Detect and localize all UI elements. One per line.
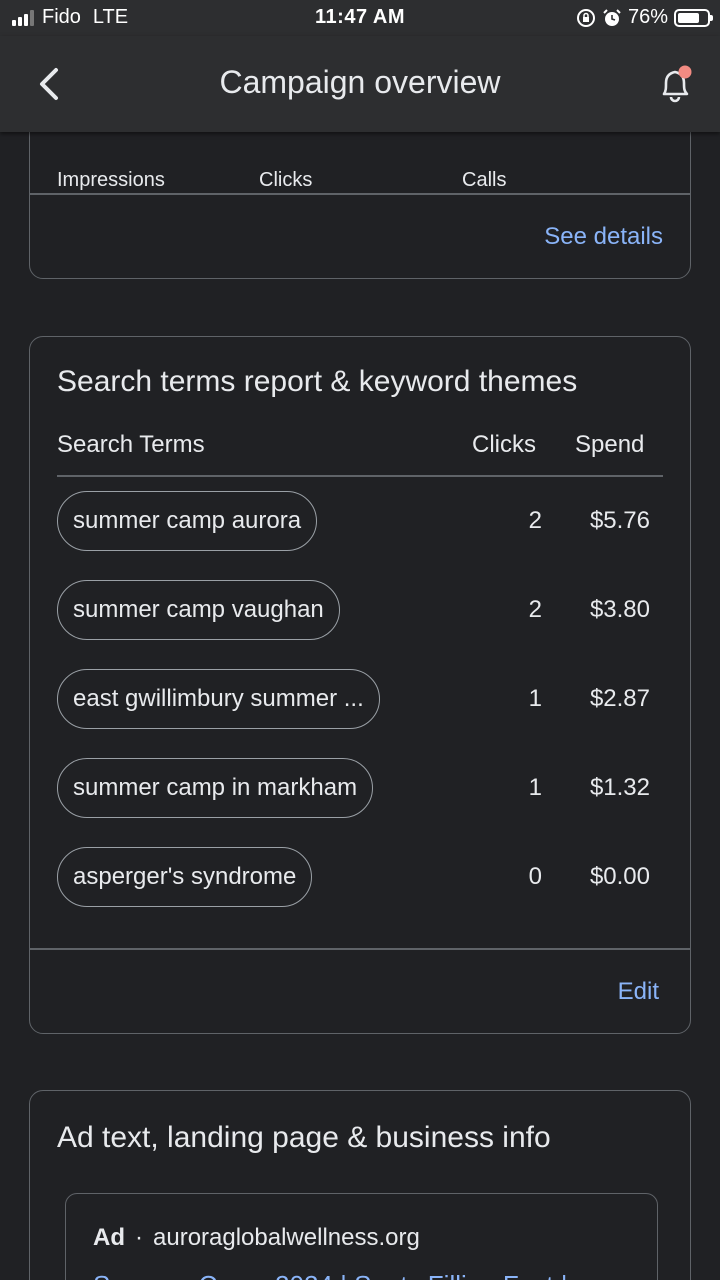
metric-label-clicks: Clicks	[259, 169, 313, 191]
page-title: Campaign overview	[219, 64, 501, 100]
term-spend: $2.87	[589, 685, 650, 712]
search-terms-title: Search terms report & keyword themes	[57, 365, 578, 398]
term-spend: $3.80	[589, 596, 650, 623]
ad-text-card: Ad text, landing page & business info Ad…	[29, 1090, 691, 1280]
ad-meta-line: Ad · auroraglobalwellness.org	[93, 1224, 420, 1252]
battery-icon	[674, 8, 713, 27]
search-term-chip[interactable]: east gwillimbury summer ...	[57, 669, 380, 729]
column-header-clicks: Clicks	[472, 431, 536, 458]
search-term-chip[interactable]: summer camp vaughan	[57, 580, 340, 640]
ad-label: Ad	[93, 1224, 125, 1251]
card-divider	[30, 193, 690, 195]
term-clicks: 1	[528, 774, 542, 801]
ad-separator: ·	[135, 1224, 143, 1251]
card-divider	[30, 948, 690, 950]
term-clicks: 0	[528, 863, 542, 890]
column-header-spend: Spend	[575, 431, 645, 458]
search-terms-card: Search terms report & keyword themes Sea…	[29, 336, 691, 1034]
battery-percent: 76%	[627, 6, 668, 28]
term-spend: $1.32	[589, 774, 650, 801]
app-bar: Campaign overview	[0, 36, 720, 132]
alarm-icon	[603, 8, 621, 26]
ad-preview[interactable]: Ad · auroraglobalwellness.org Summer Cam…	[65, 1193, 658, 1280]
term-spend: $5.76	[589, 507, 650, 534]
notifications-button[interactable]	[656, 64, 696, 106]
term-clicks: 1	[528, 685, 542, 712]
bell-icon	[662, 65, 692, 103]
header-divider	[57, 475, 663, 477]
term-clicks: 2	[528, 596, 542, 623]
edit-link[interactable]: Edit	[618, 978, 659, 1006]
search-term-chip[interactable]: asperger's syndrome	[57, 847, 313, 907]
status-right: 76%	[576, 6, 713, 29]
term-spend: $0.00	[589, 863, 650, 890]
term-clicks: 2	[528, 507, 542, 534]
column-header-search-terms: Search Terms	[57, 431, 205, 458]
notification-dot	[678, 65, 692, 79]
search-term-chip[interactable]: summer camp in markham	[57, 758, 374, 818]
ad-card-title: Ad text, landing page & business info	[57, 1121, 551, 1154]
see-details-link[interactable]: See details	[544, 223, 663, 251]
metric-label-impressions: Impressions	[57, 169, 165, 191]
ad-domain: auroraglobalwellness.org	[153, 1224, 420, 1251]
search-term-chip[interactable]: summer camp aurora	[57, 491, 318, 551]
status-bar: Fido LTE 11:47 AM 76%	[0, 0, 720, 36]
orientation-lock-icon	[576, 8, 595, 27]
screen: Fido LTE 11:47 AM 76% Campaign overview …	[0, 0, 720, 1280]
metric-label-calls: Calls	[462, 169, 507, 191]
ad-headline-link[interactable]: Summer Camp 2024 | Spots Filling Fast |	[93, 1270, 567, 1280]
